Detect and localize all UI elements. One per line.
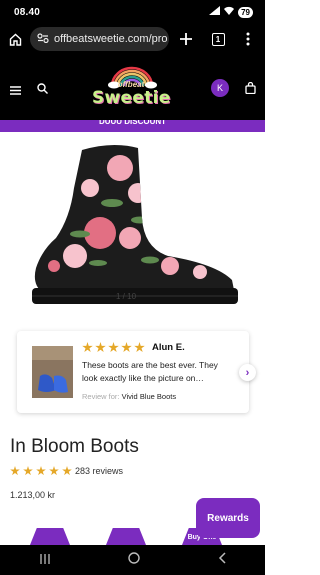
- star-icon: [36, 466, 46, 476]
- review-photo[interactable]: [32, 346, 73, 398]
- browser-toolbar: offbeatsweetie.com/pro 1: [0, 24, 265, 54]
- logo-line2: Sweetie: [92, 88, 171, 108]
- review-card[interactable]: Alun E. These boots are the best ever. T…: [17, 331, 256, 413]
- review-for-product[interactable]: Vivid Blue Boots: [122, 392, 176, 401]
- star-icon: [49, 466, 59, 476]
- more-menu-icon[interactable]: [238, 29, 258, 49]
- signal-icon: [209, 6, 221, 18]
- star-icon: [121, 342, 132, 353]
- reviewer-name: Alun E.: [152, 342, 185, 353]
- search-icon[interactable]: [37, 81, 48, 99]
- star-icon: [23, 466, 33, 476]
- rewards-button[interactable]: Rewards: [196, 498, 260, 538]
- account-avatar[interactable]: K: [211, 79, 229, 97]
- promo-banner[interactable]: DUUU DISCOUNT: [0, 120, 265, 132]
- battery-indicator: 79: [238, 6, 253, 18]
- star-icon: [82, 342, 93, 353]
- product-image[interactable]: [20, 138, 245, 313]
- wifi-icon: [224, 6, 235, 18]
- star-icon: [108, 342, 119, 353]
- home-nav-icon[interactable]: [128, 551, 141, 569]
- cart-icon[interactable]: [245, 81, 256, 99]
- url-text: offbeatsweetie.com/pro: [54, 33, 168, 45]
- clock: 08.40: [14, 7, 41, 18]
- review-stars: [82, 342, 145, 353]
- tab-switcher-button[interactable]: 1: [208, 29, 228, 49]
- site-settings-icon[interactable]: [37, 32, 49, 46]
- product-rating[interactable]: 283 reviews: [10, 466, 123, 476]
- back-icon[interactable]: [218, 551, 226, 569]
- review-for-label: Review for:: [82, 392, 120, 401]
- recent-apps-icon[interactable]: [39, 551, 51, 569]
- review-count[interactable]: 283 reviews: [75, 466, 123, 476]
- star-icon: [134, 342, 145, 353]
- home-icon[interactable]: [5, 29, 25, 49]
- system-nav-bar: [0, 545, 265, 575]
- review-text: These boots are the best ever. They look…: [82, 360, 218, 383]
- new-tab-icon[interactable]: [176, 29, 196, 49]
- address-bar[interactable]: offbeatsweetie.com/pro: [30, 27, 169, 51]
- product-price: 1.213,00 kr: [10, 490, 56, 500]
- tab-count: 1: [211, 32, 225, 46]
- star-icon: [10, 466, 20, 476]
- star-icon: [95, 342, 106, 353]
- star-icon: [62, 466, 72, 476]
- site-logo[interactable]: offbeat Sweetie: [92, 64, 170, 112]
- hamburger-menu-icon[interactable]: [10, 82, 21, 100]
- next-review-button[interactable]: ›: [239, 364, 256, 381]
- status-bar: 08.40 79: [0, 0, 265, 24]
- image-pager: 1 / 10: [116, 292, 137, 301]
- product-title: In Bloom Boots: [10, 436, 139, 457]
